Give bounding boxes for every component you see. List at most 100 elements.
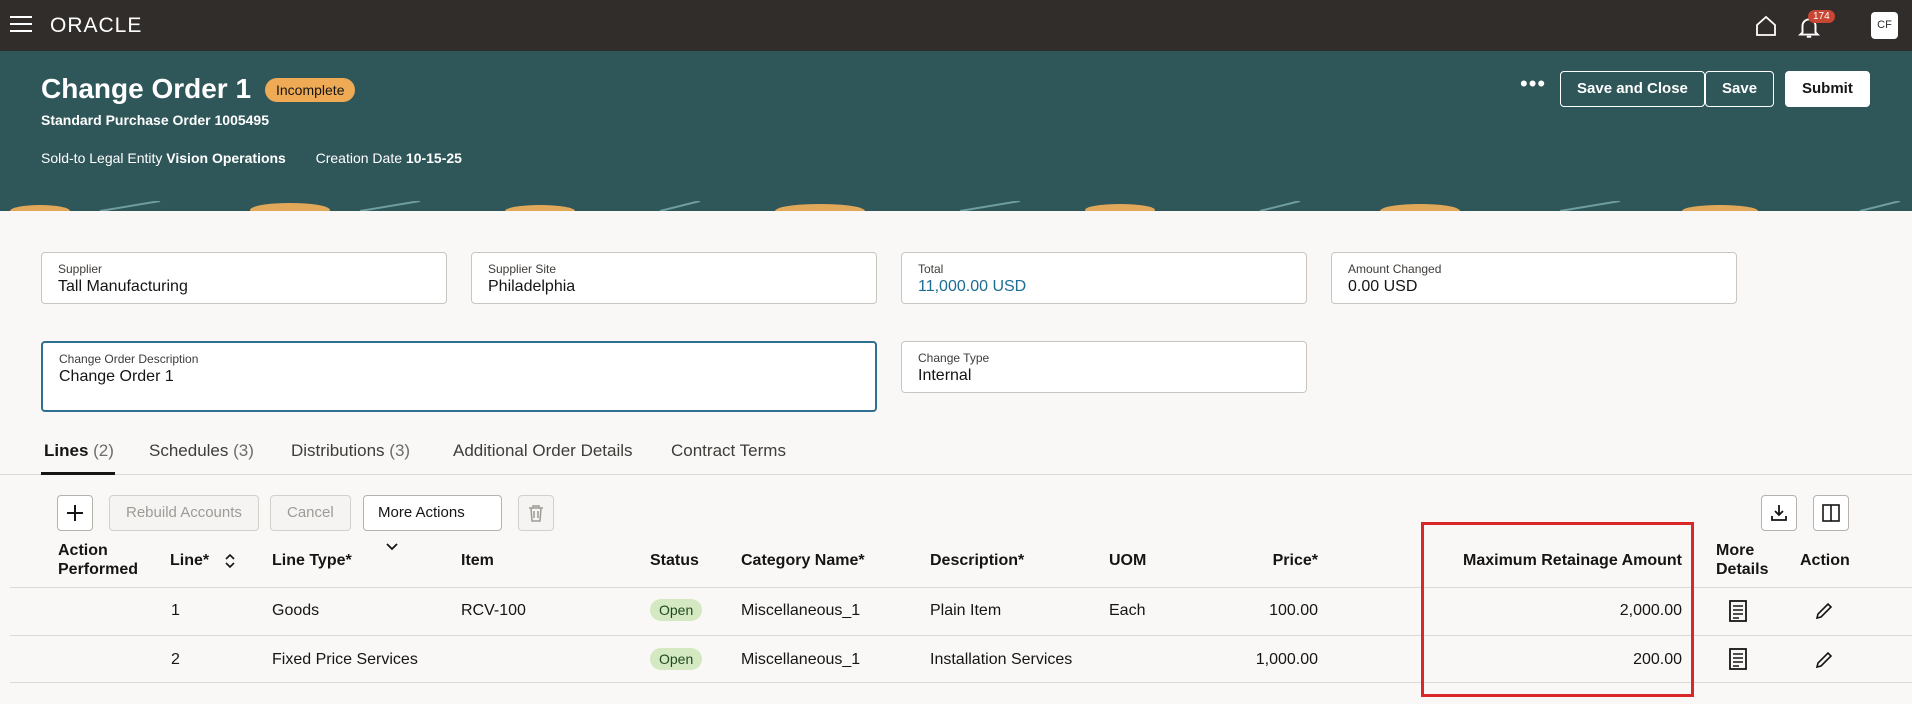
change-order-description-input[interactable]: Change Order 1: [59, 368, 859, 386]
row-line-number: 2: [171, 651, 180, 668]
tab-schedules-label: Schedules: [149, 441, 229, 460]
row-line-number: 1: [171, 602, 180, 619]
home-icon[interactable]: [1754, 14, 1778, 38]
cancel-button[interactable]: Cancel: [270, 495, 351, 531]
save-and-close-button[interactable]: Save and Close: [1560, 71, 1705, 107]
col-line-label: Line*: [170, 552, 210, 569]
active-tab-indicator: [41, 472, 115, 475]
col-action-performed-line1: Action: [58, 542, 108, 559]
tab-distributions-label: Distributions: [291, 441, 385, 460]
total-value[interactable]: 11,000.00 USD: [918, 278, 1290, 296]
row-status-badge: Open: [650, 648, 703, 670]
total-field: Total 11,000.00 USD: [901, 252, 1307, 304]
sold-to-value: Vision Operations: [166, 150, 286, 166]
col-more-details: More Details: [1716, 541, 1768, 579]
oracle-logo[interactable]: ORACLE: [50, 14, 142, 38]
download-icon: [1771, 505, 1787, 521]
highlight-box: [1421, 522, 1694, 697]
row-line-type: Goods: [272, 602, 320, 619]
add-line-button[interactable]: [57, 495, 93, 531]
row-category: Miscellaneous_1: [741, 651, 861, 668]
supplier-value: Tall Manufacturing: [58, 278, 188, 295]
more-actions-menu[interactable]: More Actions: [363, 495, 502, 551]
row-price: 1,000.00: [1255, 651, 1318, 668]
tab-schedules-count: (3): [233, 441, 254, 460]
col-line[interactable]: Line*: [170, 551, 236, 570]
amount-changed-label: Amount Changed: [1348, 262, 1442, 276]
sort-icon[interactable]: [224, 553, 236, 569]
col-action-performed: Action Performed: [58, 541, 138, 579]
col-category-name[interactable]: Category Name*: [741, 551, 865, 570]
tab-lines[interactable]: Lines (2): [44, 441, 114, 461]
page-header: Change Order 1 Incomplete Standard Purch…: [0, 51, 1912, 201]
more-actions-label: More Actions: [378, 504, 465, 521]
decorative-banner: [0, 201, 1912, 211]
tab-bar: Lines (2) Schedules (3) Distributions (3…: [0, 430, 1912, 475]
page-subtitle: Standard Purchase Order 1005495: [41, 112, 270, 128]
details-icon[interactable]: [1727, 648, 1749, 670]
edit-icon[interactable]: [1815, 602, 1833, 620]
delete-button[interactable]: [518, 495, 554, 531]
sold-to-label: Sold-to Legal Entity: [41, 150, 163, 166]
supplier-site-label: Supplier Site: [488, 262, 557, 276]
row-price: 100.00: [1269, 602, 1318, 619]
tab-additional-order-details-label: Additional Order Details: [453, 441, 633, 460]
export-button[interactable]: [1761, 495, 1797, 531]
more-options-icon[interactable]: •••: [1520, 73, 1546, 95]
change-order-description-label: Change Order Description: [59, 352, 199, 366]
col-line-type[interactable]: Line Type*: [272, 551, 352, 570]
row-line-type: Fixed Price Services: [272, 651, 418, 668]
trash-icon: [529, 505, 543, 522]
col-price[interactable]: Price*: [1220, 551, 1318, 570]
amount-changed-value: 0.00 USD: [1348, 278, 1418, 295]
plus-icon: [67, 505, 83, 521]
row-item: RCV-100: [461, 602, 526, 619]
notification-badge: 174: [1808, 10, 1835, 23]
edit-icon[interactable]: [1815, 651, 1833, 669]
tab-contract-terms-label: Contract Terms: [671, 441, 786, 460]
col-uom[interactable]: UOM: [1109, 551, 1146, 570]
tab-distributions-count: (3): [389, 441, 411, 460]
row-description: Installation Services: [930, 651, 1073, 668]
change-order-description-field[interactable]: Change Order Description Change Order 1: [41, 341, 877, 412]
col-more-details-line1: More: [1716, 542, 1755, 559]
supplier-site-field[interactable]: Supplier Site Philadelphia: [471, 252, 877, 304]
details-icon[interactable]: [1727, 600, 1749, 622]
creation-date-label: Creation Date: [315, 150, 403, 166]
col-more-details-line2: Details: [1716, 561, 1769, 578]
rebuild-accounts-button[interactable]: Rebuild Accounts: [109, 495, 259, 531]
row-uom: Each: [1109, 602, 1146, 619]
submit-button[interactable]: Submit: [1785, 71, 1870, 107]
change-type-value: Internal: [918, 367, 972, 384]
supplier-site-value: Philadelphia: [488, 278, 576, 295]
tab-lines-count: (2): [93, 441, 114, 460]
status-badge: Incomplete: [265, 78, 356, 102]
supplier-label: Supplier: [58, 262, 103, 276]
tab-lines-label: Lines: [44, 441, 89, 460]
chevron-down-icon: [386, 543, 398, 551]
col-item[interactable]: Item: [461, 551, 494, 570]
menu-icon[interactable]: [10, 16, 32, 34]
tab-contract-terms[interactable]: Contract Terms: [671, 441, 786, 461]
detach-panel-button[interactable]: [1813, 495, 1849, 531]
creation-date-value: 10-15-25: [405, 150, 462, 166]
change-type-label: Change Type: [918, 351, 990, 365]
col-status[interactable]: Status: [650, 551, 699, 570]
change-type-field: Change Type Internal: [901, 341, 1307, 393]
amount-changed-field: Amount Changed 0.00 USD: [1331, 252, 1737, 304]
supplier-field[interactable]: Supplier Tall Manufacturing: [41, 252, 447, 304]
tab-schedules[interactable]: Schedules (3): [149, 441, 254, 461]
save-button[interactable]: Save: [1705, 71, 1775, 107]
tab-distributions[interactable]: Distributions (3): [291, 441, 410, 461]
col-description[interactable]: Description*: [930, 551, 1024, 570]
row-description: Plain Item: [930, 602, 1002, 619]
global-header: ORACLE 174 CF: [0, 0, 1912, 51]
split-view-icon: [1822, 504, 1840, 522]
col-action: Action: [1800, 552, 1850, 569]
avatar[interactable]: CF: [1871, 12, 1898, 39]
header-meta: Sold-to Legal Entity Vision Operations C…: [41, 150, 462, 166]
col-action-performed-line2: Performed: [58, 561, 139, 578]
row-category: Miscellaneous_1: [741, 602, 861, 619]
total-label: Total: [918, 262, 944, 276]
tab-additional-order-details[interactable]: Additional Order Details: [453, 441, 633, 461]
